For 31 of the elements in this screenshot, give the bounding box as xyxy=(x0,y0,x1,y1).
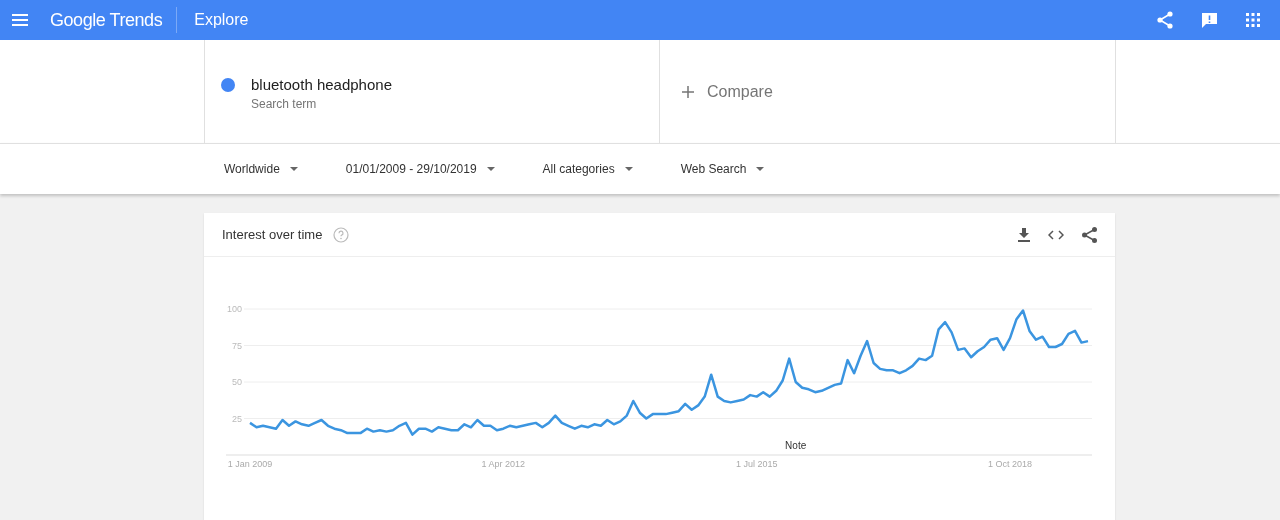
embed-icon[interactable] xyxy=(1048,229,1064,240)
caret-icon xyxy=(289,167,298,171)
help-icon[interactable] xyxy=(333,226,350,243)
chart-note[interactable]: Note xyxy=(785,440,807,451)
caret-icon xyxy=(624,167,633,171)
x-axis-label: 1 Jan 2009 xyxy=(227,459,273,469)
app-logo[interactable]: Google Trends xyxy=(50,6,163,34)
search-term-subtitle: Search term xyxy=(251,96,318,113)
feedback-icon[interactable] xyxy=(1201,11,1218,29)
filter-dropdown[interactable]: All categories xyxy=(530,151,645,187)
page-title: Explore xyxy=(194,10,249,30)
card-title: Interest over time xyxy=(222,225,323,244)
filter-dropdown[interactable]: Web Search xyxy=(668,151,777,187)
x-axis-label: 1 Apr 2012 xyxy=(481,459,526,469)
share-icon[interactable] xyxy=(1157,11,1173,29)
x-axis-label: 1 Oct 2018 xyxy=(988,459,1033,469)
filter-dropdown[interactable]: Worldwide xyxy=(212,151,310,187)
y-axis-label: 75 xyxy=(232,340,242,351)
y-axis-label: 50 xyxy=(232,377,242,387)
y-axis-label: 25 xyxy=(232,413,242,424)
plus-icon xyxy=(682,85,694,98)
caret-icon xyxy=(486,167,495,171)
x-axis-label: 1 Jul 2015 xyxy=(735,459,778,469)
menu-icon[interactable] xyxy=(12,14,28,26)
share-icon[interactable] xyxy=(1082,226,1097,243)
apps-icon[interactable] xyxy=(1246,13,1260,27)
download-icon[interactable] xyxy=(1018,227,1030,242)
search-term[interactable]: bluetooth headphone xyxy=(251,75,392,95)
y-axis-label: 100 xyxy=(226,304,242,314)
caret-icon xyxy=(756,167,765,171)
filter-dropdown[interactable]: 01/01/2009 - 29/10/2019 xyxy=(333,151,507,187)
